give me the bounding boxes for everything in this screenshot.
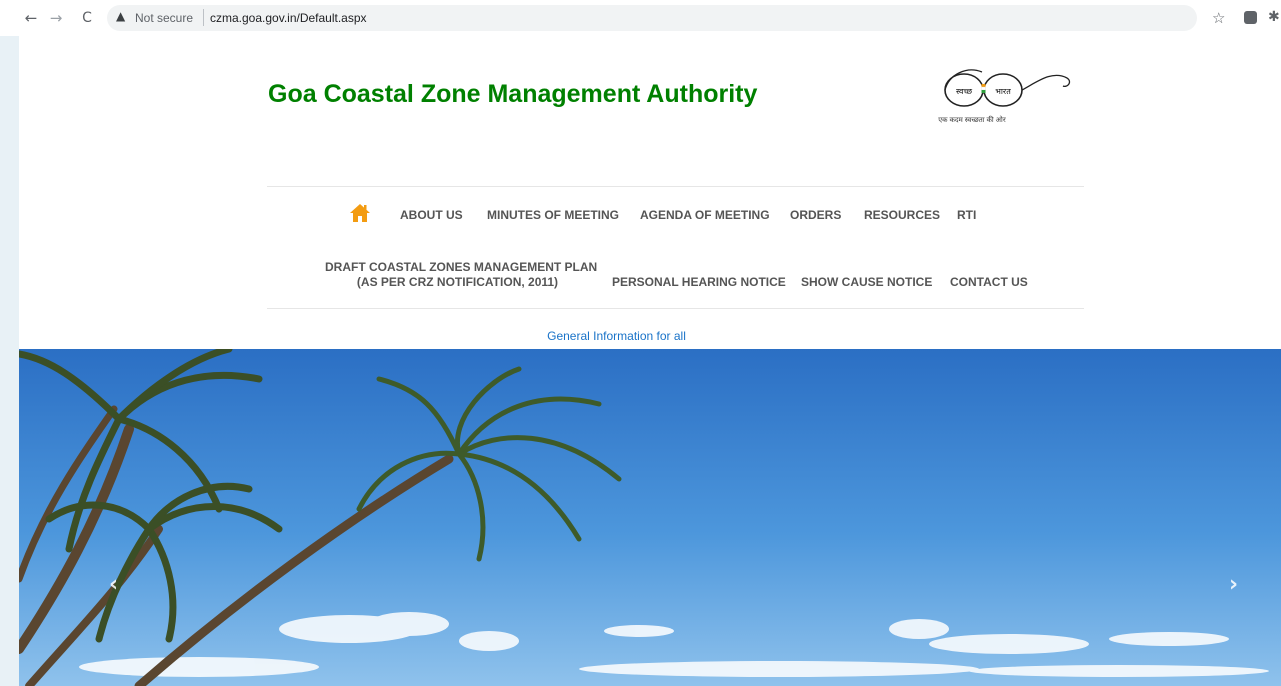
- nav-minutes-of-meeting[interactable]: MINUTES OF MEETING: [487, 208, 619, 223]
- bookmark-star-icon[interactable]: ☆: [1212, 9, 1225, 27]
- carousel-next-icon[interactable]: ›: [1229, 572, 1238, 597]
- nav-draft-czmp-line2: (AS PER CRZ NOTIFICATION, 2011): [356, 275, 559, 289]
- nav-about-us[interactable]: ABOUT US: [400, 208, 463, 223]
- web-page: Goa Coastal Zone Management Authority स्…: [19, 36, 1281, 686]
- nav-personal-hearing-notice[interactable]: PERSONAL HEARING NOTICE: [612, 275, 786, 290]
- hero-carousel: ‹ ›: [19, 349, 1281, 686]
- site-title[interactable]: Goa Coastal Zone Management Authority: [268, 80, 757, 109]
- logo-tagline: एक कदम स्वच्छता की ओर: [938, 117, 1006, 124]
- url-text[interactable]: czma.goa.gov.in/Default.aspx: [210, 11, 367, 25]
- forward-arrow-icon[interactable]: →: [47, 9, 65, 27]
- divider-top: [267, 186, 1084, 187]
- separator: [203, 9, 204, 26]
- nav-draft-czmp[interactable]: DRAFT COASTAL ZONES MANAGEMENT PLAN (AS …: [325, 260, 598, 290]
- browser-toolbar: ← → C ▲ Not secure czma.goa.gov.in/Defau…: [0, 0, 1281, 36]
- puzzle-extensions-icon[interactable]: ✱: [1268, 9, 1280, 25]
- nav-show-cause-notice[interactable]: SHOW CAUSE NOTICE: [801, 275, 932, 290]
- home-icon[interactable]: [349, 203, 371, 223]
- nav-draft-czmp-line1: DRAFT COASTAL ZONES MANAGEMENT PLAN: [325, 260, 598, 274]
- nav-contact-us[interactable]: CONTACT US: [950, 275, 1028, 290]
- extension-icon[interactable]: [1244, 11, 1257, 24]
- back-arrow-icon[interactable]: ←: [22, 9, 40, 27]
- logo-text-right: भारत: [995, 87, 1011, 96]
- address-bar[interactable]: ▲ Not secure czma.goa.gov.in/Default.asp…: [107, 5, 1197, 31]
- divider-bottom: [267, 308, 1084, 309]
- nav-resources[interactable]: RESOURCES: [864, 208, 940, 223]
- general-information-link[interactable]: General Information for all: [19, 329, 1214, 343]
- carousel-prev-icon[interactable]: ‹: [109, 572, 118, 597]
- nav-rti[interactable]: RTI: [957, 208, 976, 223]
- security-label[interactable]: Not secure: [135, 11, 193, 25]
- nav-agenda-of-meeting[interactable]: AGENDA OF MEETING: [640, 208, 770, 223]
- reload-icon[interactable]: C: [78, 9, 96, 27]
- beach-palm-image: [19, 349, 1281, 686]
- logo-text-left: स्वच्छ: [956, 87, 973, 96]
- warning-icon[interactable]: ▲: [116, 9, 125, 23]
- nav-orders[interactable]: ORDERS: [790, 208, 841, 223]
